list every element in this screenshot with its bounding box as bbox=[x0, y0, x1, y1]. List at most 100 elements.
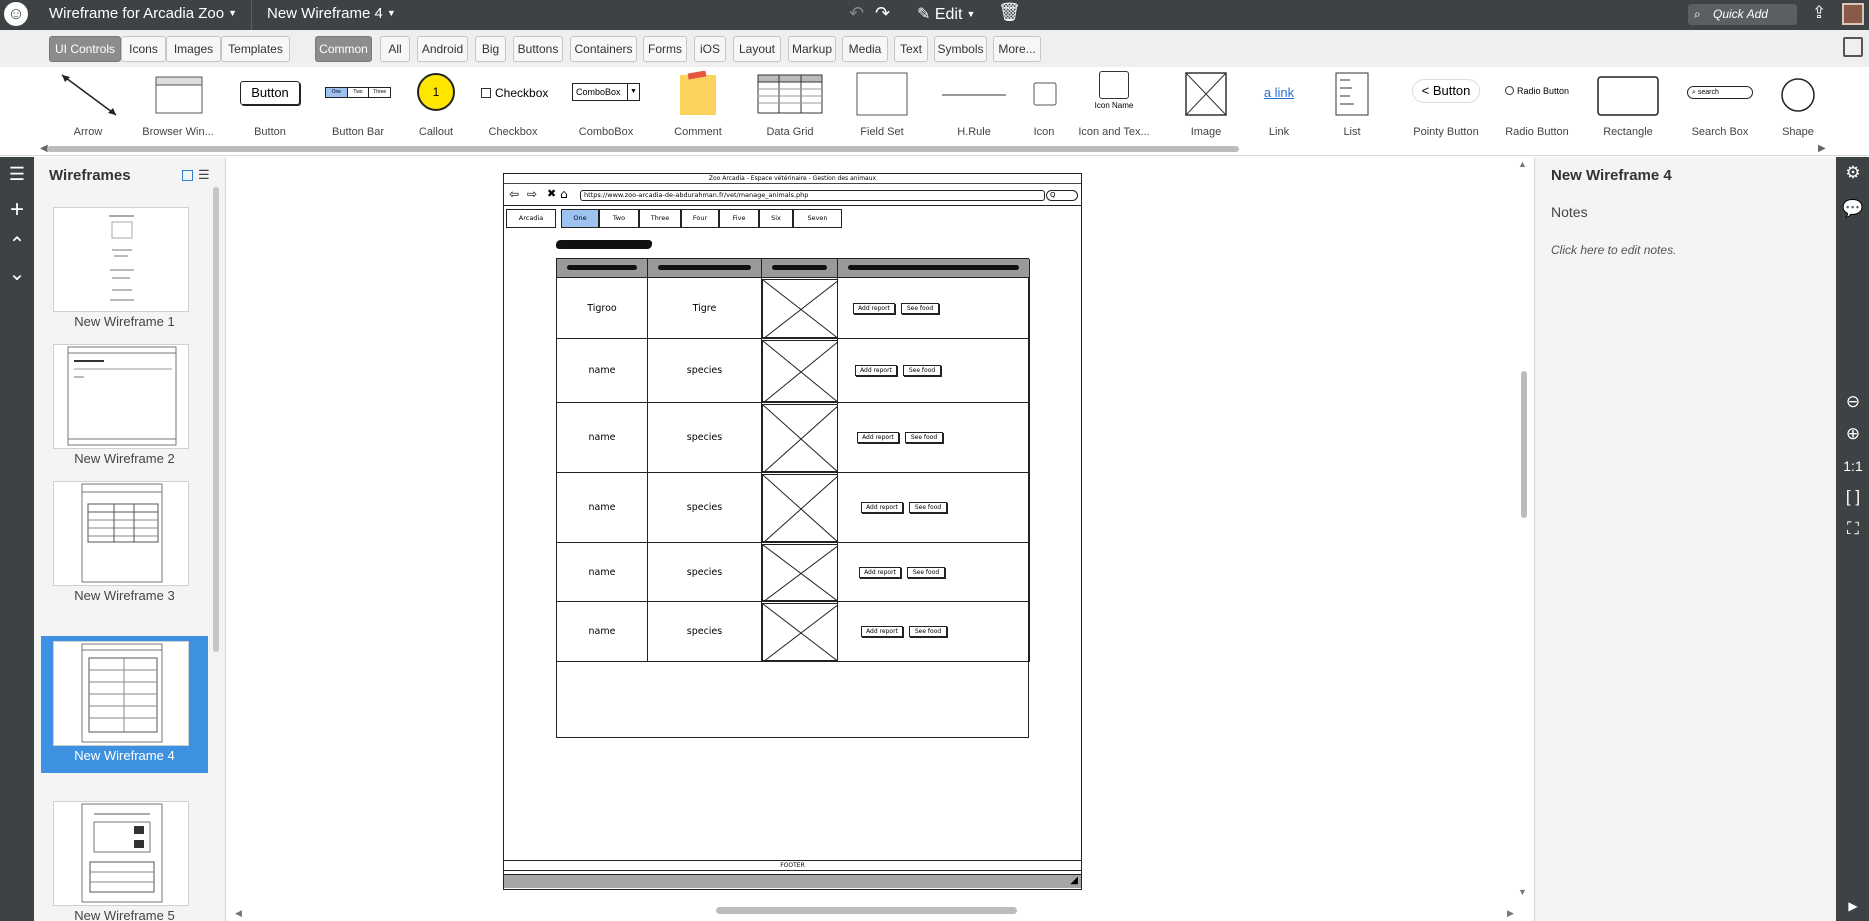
search-icon: ⌕ bbox=[1694, 7, 1701, 21]
avatar[interactable] bbox=[1842, 3, 1864, 25]
notes-edit-area[interactable]: Click here to edit notes. bbox=[1551, 243, 1676, 257]
filter-forms[interactable]: Forms bbox=[643, 36, 687, 62]
filter-more[interactable]: More... bbox=[993, 36, 1041, 62]
panel-scrollbar[interactable] bbox=[213, 187, 219, 652]
component-data-grid[interactable]: Data Grid bbox=[755, 67, 825, 143]
forward-arrow-icon: ⇨ bbox=[527, 187, 538, 201]
component-pointy-button[interactable]: < Button Pointy Button bbox=[1410, 67, 1482, 143]
thumbnail-view-icon[interactable] bbox=[182, 170, 193, 181]
edit-menu[interactable]: ✎ Edit ▼ bbox=[917, 4, 975, 24]
actual-size-button[interactable]: 1:1 bbox=[1840, 454, 1866, 478]
wireframe-item-selected[interactable]: New Wireframe 4 bbox=[41, 636, 208, 773]
component-label: Data Grid bbox=[766, 126, 814, 138]
chevron-down-icon[interactable]: ⌄ bbox=[4, 264, 30, 293]
scroll-down-icon[interactable]: ▼ bbox=[1518, 887, 1527, 897]
ui-library-icon[interactable] bbox=[1843, 37, 1863, 57]
component-radio-button[interactable]: Radio Button Radio Button bbox=[1501, 67, 1573, 143]
share-icon[interactable]: ⇪ bbox=[1812, 3, 1826, 23]
wireframe-item[interactable]: New Wireframe 3 bbox=[48, 476, 201, 613]
list-icon bbox=[1335, 72, 1369, 116]
canvas[interactable]: Zoo Arcadia - Espace vétérinaire - Gesti… bbox=[227, 157, 1534, 921]
quick-add-input[interactable]: ⌕ Quick Add bbox=[1688, 4, 1797, 25]
wireframe-item[interactable]: New Wireframe 2 bbox=[48, 339, 201, 476]
filter-markup[interactable]: Markup bbox=[788, 36, 836, 62]
chevron-down-icon: ▼ bbox=[627, 84, 639, 100]
home-icon: ⌂ bbox=[560, 187, 568, 201]
component-list[interactable]: List bbox=[1318, 67, 1386, 143]
project-name: Wireframe for Arcadia Zoo bbox=[49, 5, 225, 22]
component-checkbox[interactable]: Checkbox Checkbox bbox=[477, 67, 549, 143]
scroll-left-icon[interactable]: ◀ bbox=[235, 908, 242, 919]
filter-big[interactable]: Big bbox=[475, 36, 506, 62]
component-label: Browser Win... bbox=[142, 126, 214, 138]
component-comment[interactable]: Comment bbox=[664, 67, 732, 143]
filter-text[interactable]: Text bbox=[894, 36, 928, 62]
component-button-bar[interactable]: One Two Three Button Bar bbox=[324, 67, 392, 143]
radio-button-preview: Radio Button bbox=[1501, 71, 1573, 119]
tab-templates[interactable]: Templates bbox=[221, 36, 290, 62]
filter-common[interactable]: Common bbox=[315, 36, 372, 62]
tab-images[interactable]: Images bbox=[166, 36, 221, 62]
sliders-icon[interactable]: ⚙ bbox=[1840, 161, 1866, 185]
undo-icon[interactable]: ↶ bbox=[849, 3, 864, 24]
tab-ui-controls[interactable]: UI Controls bbox=[49, 36, 121, 62]
wireframe-menu[interactable]: New Wireframe 4 ▼ bbox=[267, 5, 396, 22]
component-field-set[interactable]: Field Set bbox=[847, 67, 917, 143]
canvas-horizontal-scrollbar[interactable] bbox=[716, 907, 1017, 914]
balsamiq-logo-icon[interactable]: ☺ bbox=[4, 2, 28, 26]
zoom-in-icon[interactable]: ⊕ bbox=[1840, 422, 1866, 446]
component-arrow[interactable]: Arrow bbox=[54, 67, 122, 143]
component-button[interactable]: Button Button bbox=[236, 67, 304, 143]
mockup-tab: Seven bbox=[793, 209, 842, 228]
play-presentation-icon[interactable]: ▶ bbox=[1840, 894, 1866, 918]
mockup-tab: Four bbox=[681, 209, 719, 228]
scroll-right-icon[interactable]: ▶ bbox=[1818, 143, 1826, 154]
filter-layout[interactable]: Layout bbox=[733, 36, 781, 62]
fullscreen-icon[interactable]: ⛶ bbox=[1840, 517, 1866, 541]
filter-android[interactable]: Android bbox=[417, 36, 468, 62]
filter-media[interactable]: Media bbox=[842, 36, 888, 62]
filter-buttons[interactable]: Buttons bbox=[513, 36, 563, 62]
filter-ios[interactable]: iOS bbox=[694, 36, 726, 62]
wireframe-item[interactable]: New Wireframe 5 bbox=[48, 796, 201, 921]
component-search-box[interactable]: ⌕ search Search Box bbox=[1686, 67, 1754, 143]
component-combobox[interactable]: ComboBox ▼ ComboBox bbox=[571, 67, 641, 143]
mockup-tab: One bbox=[561, 209, 599, 228]
component-link[interactable]: a link Link bbox=[1245, 67, 1313, 143]
data-grid-icon bbox=[757, 74, 823, 114]
component-rectangle[interactable]: Rectangle bbox=[1594, 67, 1662, 143]
component-label: Button Bar bbox=[332, 126, 384, 138]
navigator-toggle-icon[interactable]: ☰ bbox=[4, 161, 30, 187]
component-icon-and-text[interactable]: Icon Name Icon and Tex... bbox=[1078, 67, 1150, 143]
quick-add-label: Quick Add bbox=[1713, 7, 1768, 21]
component-icon[interactable]: Icon bbox=[1020, 67, 1068, 143]
component-image[interactable]: Image bbox=[1172, 67, 1240, 143]
component-hrule[interactable]: H.Rule bbox=[940, 67, 1008, 143]
filter-containers[interactable]: Containers bbox=[570, 36, 637, 62]
component-browser-window[interactable]: Browser Win... bbox=[142, 67, 214, 143]
project-menu[interactable]: Wireframe for Arcadia Zoo ▼ bbox=[49, 5, 237, 22]
add-report-button: Add report bbox=[859, 567, 901, 578]
browser-window-mockup[interactable]: Zoo Arcadia - Espace vétérinaire - Gesti… bbox=[503, 173, 1082, 890]
chevron-up-icon[interactable]: ⌃ bbox=[4, 232, 30, 258]
fit-selection-icon[interactable]: [ ] bbox=[1840, 485, 1866, 509]
filter-symbols[interactable]: Symbols bbox=[934, 36, 987, 62]
add-wireframe-icon[interactable]: + bbox=[4, 197, 30, 223]
tab-icons[interactable]: Icons bbox=[121, 36, 166, 62]
strip-scrollbar[interactable] bbox=[47, 146, 1239, 152]
redo-icon[interactable]: ↷ bbox=[875, 3, 890, 24]
component-callout[interactable]: 1 Callout bbox=[407, 67, 465, 143]
scroll-right-icon[interactable]: ▶ bbox=[1507, 908, 1514, 919]
component-shape[interactable]: Shape bbox=[1774, 67, 1822, 143]
pointy-button-preview-text: Button bbox=[1432, 83, 1471, 98]
list-view-icon[interactable]: ☰ bbox=[198, 167, 210, 183]
scroll-up-icon[interactable]: ▲ bbox=[1518, 159, 1527, 169]
canvas-vertical-scrollbar[interactable] bbox=[1521, 371, 1527, 518]
filter-all[interactable]: All bbox=[380, 36, 410, 62]
divider bbox=[251, 0, 252, 30]
wireframe-item[interactable]: New Wireframe 1 bbox=[48, 202, 201, 339]
trash-icon[interactable]: 🗑 bbox=[998, 2, 1021, 23]
zoom-out-icon[interactable]: ⊖ bbox=[1840, 390, 1866, 414]
link-preview: a link bbox=[1263, 85, 1295, 100]
comment-icon[interactable]: 💬 bbox=[1840, 197, 1866, 221]
